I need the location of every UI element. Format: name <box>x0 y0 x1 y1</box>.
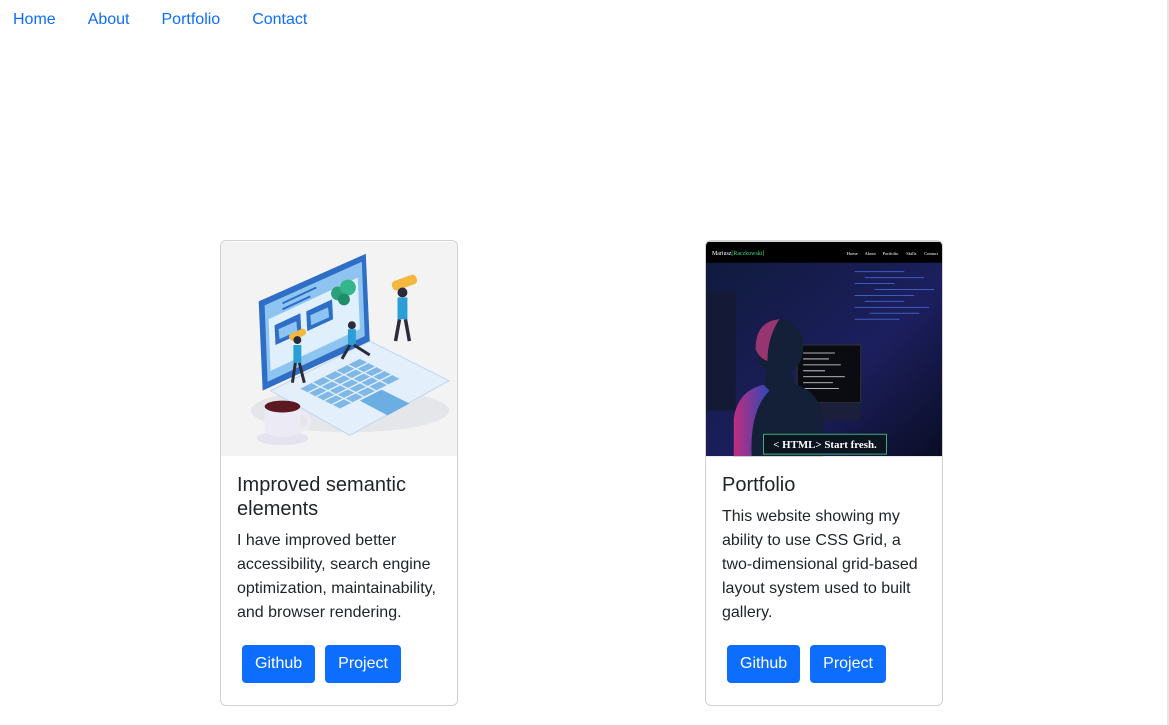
card-body: Portfolio This website showing my abilit… <box>706 457 942 625</box>
project-button[interactable]: Project <box>325 645 401 683</box>
card-description: This website showing my ability to use C… <box>722 508 918 621</box>
svg-text:Home: Home <box>847 251 858 256</box>
page: Home About Portfolio Contact Improved se… <box>0 0 1169 725</box>
project-card-semantic: Improved semantic elements I have improv… <box>220 240 458 706</box>
card-body: Improved semantic elements I have improv… <box>221 457 457 625</box>
svg-text:< HTML> Start fresh.: < HTML> Start fresh. <box>773 439 877 451</box>
svg-text:Mariusz[Raczkowski]: Mariusz[Raczkowski] <box>712 251 764 257</box>
github-button[interactable]: Github <box>727 645 801 683</box>
svg-text:Contact: Contact <box>924 251 939 256</box>
card-buttons: Github Project <box>242 645 401 683</box>
svg-text:Portfolio: Portfolio <box>883 251 900 256</box>
nav-about-link[interactable]: About <box>88 11 130 29</box>
project-card-portfolio: Mariusz[Raczkowski] Home About Portfolio… <box>705 240 943 706</box>
svg-text:Skills: Skills <box>906 251 916 256</box>
svg-text:About: About <box>865 251 877 256</box>
card-title: Improved semantic elements <box>237 474 406 520</box>
portfolio-screenshot-image: Mariusz[Raczkowski] Home About Portfolio… <box>706 241 942 457</box>
nav-portfolio-link[interactable]: Portfolio <box>162 11 221 29</box>
card-title: Portfolio <box>722 474 796 496</box>
laptop-illustration-image <box>221 241 457 457</box>
top-nav: Home About Portfolio Contact <box>0 0 339 40</box>
card-description: I have improved better accessibility, se… <box>237 532 436 621</box>
nav-contact-link[interactable]: Contact <box>252 11 307 29</box>
nav-home-link[interactable]: Home <box>13 11 56 29</box>
project-button[interactable]: Project <box>810 645 886 683</box>
card-buttons: Github Project <box>727 645 886 683</box>
github-button[interactable]: Github <box>242 645 316 683</box>
